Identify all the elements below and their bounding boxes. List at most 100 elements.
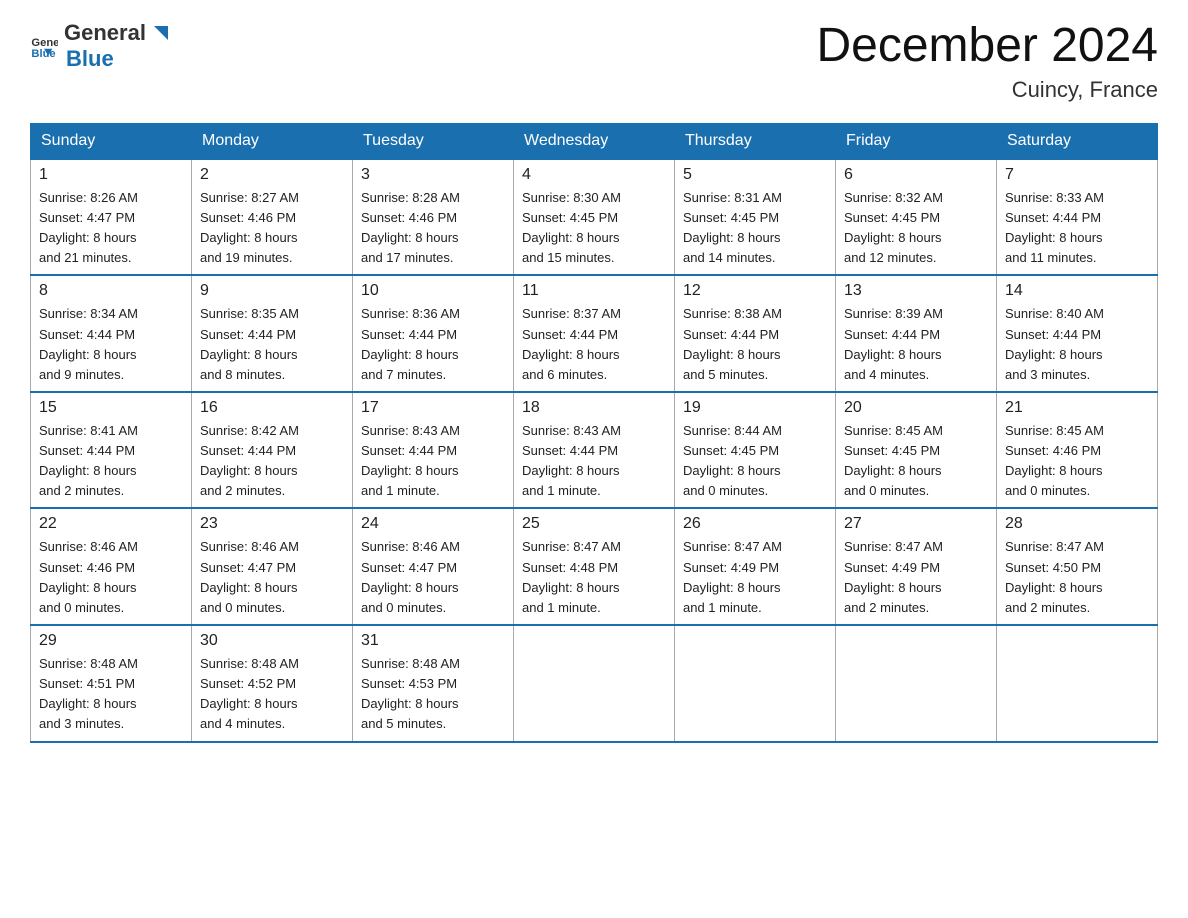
- table-row: 2 Sunrise: 8:27 AM Sunset: 4:46 PM Dayli…: [192, 159, 353, 276]
- table-row: 29 Sunrise: 8:48 AM Sunset: 4:51 PM Dayl…: [31, 625, 192, 742]
- day-number: 29: [39, 632, 183, 650]
- table-row: 12 Sunrise: 8:38 AM Sunset: 4:44 PM Dayl…: [675, 275, 836, 392]
- day-info: Sunrise: 8:33 AM Sunset: 4:44 PM Dayligh…: [1005, 188, 1149, 269]
- table-row: 19 Sunrise: 8:44 AM Sunset: 4:45 PM Dayl…: [675, 392, 836, 509]
- table-row: 27 Sunrise: 8:47 AM Sunset: 4:49 PM Dayl…: [836, 508, 997, 625]
- col-tuesday: Tuesday: [353, 123, 514, 159]
- table-row: 23 Sunrise: 8:46 AM Sunset: 4:47 PM Dayl…: [192, 508, 353, 625]
- day-info: Sunrise: 8:36 AM Sunset: 4:44 PM Dayligh…: [361, 304, 505, 385]
- calendar-week-row: 1 Sunrise: 8:26 AM Sunset: 4:47 PM Dayli…: [31, 159, 1158, 276]
- table-row: 14 Sunrise: 8:40 AM Sunset: 4:44 PM Dayl…: [997, 275, 1158, 392]
- table-row: [675, 625, 836, 742]
- day-info: Sunrise: 8:32 AM Sunset: 4:45 PM Dayligh…: [844, 188, 988, 269]
- table-row: 31 Sunrise: 8:48 AM Sunset: 4:53 PM Dayl…: [353, 625, 514, 742]
- table-row: 17 Sunrise: 8:43 AM Sunset: 4:44 PM Dayl…: [353, 392, 514, 509]
- day-info: Sunrise: 8:47 AM Sunset: 4:50 PM Dayligh…: [1005, 537, 1149, 618]
- day-info: Sunrise: 8:43 AM Sunset: 4:44 PM Dayligh…: [522, 421, 666, 502]
- table-row: 5 Sunrise: 8:31 AM Sunset: 4:45 PM Dayli…: [675, 159, 836, 276]
- day-info: Sunrise: 8:48 AM Sunset: 4:51 PM Dayligh…: [39, 654, 183, 735]
- day-info: Sunrise: 8:45 AM Sunset: 4:46 PM Dayligh…: [1005, 421, 1149, 502]
- table-row: 10 Sunrise: 8:36 AM Sunset: 4:44 PM Dayl…: [353, 275, 514, 392]
- table-row: 4 Sunrise: 8:30 AM Sunset: 4:45 PM Dayli…: [514, 159, 675, 276]
- day-info: Sunrise: 8:28 AM Sunset: 4:46 PM Dayligh…: [361, 188, 505, 269]
- month-title: December 2024: [816, 20, 1158, 73]
- table-row: 26 Sunrise: 8:47 AM Sunset: 4:49 PM Dayl…: [675, 508, 836, 625]
- table-row: 25 Sunrise: 8:47 AM Sunset: 4:48 PM Dayl…: [514, 508, 675, 625]
- day-number: 22: [39, 515, 183, 533]
- day-number: 23: [200, 515, 344, 533]
- table-row: [514, 625, 675, 742]
- table-row: 18 Sunrise: 8:43 AM Sunset: 4:44 PM Dayl…: [514, 392, 675, 509]
- day-number: 5: [683, 166, 827, 184]
- day-info: Sunrise: 8:46 AM Sunset: 4:47 PM Dayligh…: [361, 537, 505, 618]
- day-info: Sunrise: 8:42 AM Sunset: 4:44 PM Dayligh…: [200, 421, 344, 502]
- svg-text:General: General: [31, 37, 58, 49]
- day-number: 25: [522, 515, 666, 533]
- day-number: 6: [844, 166, 988, 184]
- logo-icon: General Blue: [30, 32, 58, 60]
- table-row: 15 Sunrise: 8:41 AM Sunset: 4:44 PM Dayl…: [31, 392, 192, 509]
- svg-text:Blue: Blue: [31, 48, 55, 60]
- page-header: General Blue General Blue December 2024 …: [30, 20, 1158, 103]
- day-number: 1: [39, 166, 183, 184]
- table-row: [836, 625, 997, 742]
- day-info: Sunrise: 8:44 AM Sunset: 4:45 PM Dayligh…: [683, 421, 827, 502]
- day-number: 11: [522, 282, 666, 300]
- day-info: Sunrise: 8:47 AM Sunset: 4:48 PM Dayligh…: [522, 537, 666, 618]
- table-row: 16 Sunrise: 8:42 AM Sunset: 4:44 PM Dayl…: [192, 392, 353, 509]
- day-number: 30: [200, 632, 344, 650]
- col-monday: Monday: [192, 123, 353, 159]
- table-row: 9 Sunrise: 8:35 AM Sunset: 4:44 PM Dayli…: [192, 275, 353, 392]
- day-info: Sunrise: 8:46 AM Sunset: 4:47 PM Dayligh…: [200, 537, 344, 618]
- day-info: Sunrise: 8:48 AM Sunset: 4:53 PM Dayligh…: [361, 654, 505, 735]
- day-number: 21: [1005, 399, 1149, 417]
- day-number: 18: [522, 399, 666, 417]
- day-info: Sunrise: 8:40 AM Sunset: 4:44 PM Dayligh…: [1005, 304, 1149, 385]
- day-number: 4: [522, 166, 666, 184]
- table-row: 22 Sunrise: 8:46 AM Sunset: 4:46 PM Dayl…: [31, 508, 192, 625]
- day-info: Sunrise: 8:39 AM Sunset: 4:44 PM Dayligh…: [844, 304, 988, 385]
- day-info: Sunrise: 8:26 AM Sunset: 4:47 PM Dayligh…: [39, 188, 183, 269]
- day-number: 27: [844, 515, 988, 533]
- day-number: 10: [361, 282, 505, 300]
- day-info: Sunrise: 8:43 AM Sunset: 4:44 PM Dayligh…: [361, 421, 505, 502]
- day-info: Sunrise: 8:30 AM Sunset: 4:45 PM Dayligh…: [522, 188, 666, 269]
- day-number: 13: [844, 282, 988, 300]
- table-row: 30 Sunrise: 8:48 AM Sunset: 4:52 PM Dayl…: [192, 625, 353, 742]
- day-info: Sunrise: 8:38 AM Sunset: 4:44 PM Dayligh…: [683, 304, 827, 385]
- table-row: 3 Sunrise: 8:28 AM Sunset: 4:46 PM Dayli…: [353, 159, 514, 276]
- day-info: Sunrise: 8:41 AM Sunset: 4:44 PM Dayligh…: [39, 421, 183, 502]
- col-wednesday: Wednesday: [514, 123, 675, 159]
- day-info: Sunrise: 8:37 AM Sunset: 4:44 PM Dayligh…: [522, 304, 666, 385]
- logo-blue-text: Blue: [66, 46, 114, 71]
- day-number: 19: [683, 399, 827, 417]
- table-row: 7 Sunrise: 8:33 AM Sunset: 4:44 PM Dayli…: [997, 159, 1158, 276]
- day-number: 12: [683, 282, 827, 300]
- calendar-week-row: 22 Sunrise: 8:46 AM Sunset: 4:46 PM Dayl…: [31, 508, 1158, 625]
- day-info: Sunrise: 8:35 AM Sunset: 4:44 PM Dayligh…: [200, 304, 344, 385]
- calendar-table: Sunday Monday Tuesday Wednesday Thursday…: [30, 123, 1158, 743]
- day-info: Sunrise: 8:27 AM Sunset: 4:46 PM Dayligh…: [200, 188, 344, 269]
- table-row: 20 Sunrise: 8:45 AM Sunset: 4:45 PM Dayl…: [836, 392, 997, 509]
- table-row: 28 Sunrise: 8:47 AM Sunset: 4:50 PM Dayl…: [997, 508, 1158, 625]
- location-text: Cuincy, France: [816, 77, 1158, 103]
- day-info: Sunrise: 8:45 AM Sunset: 4:45 PM Dayligh…: [844, 421, 988, 502]
- day-number: 8: [39, 282, 183, 300]
- day-number: 17: [361, 399, 505, 417]
- calendar-week-row: 15 Sunrise: 8:41 AM Sunset: 4:44 PM Dayl…: [31, 392, 1158, 509]
- calendar-header-row: Sunday Monday Tuesday Wednesday Thursday…: [31, 123, 1158, 159]
- day-info: Sunrise: 8:31 AM Sunset: 4:45 PM Dayligh…: [683, 188, 827, 269]
- table-row: 21 Sunrise: 8:45 AM Sunset: 4:46 PM Dayl…: [997, 392, 1158, 509]
- col-sunday: Sunday: [31, 123, 192, 159]
- day-number: 15: [39, 399, 183, 417]
- day-info: Sunrise: 8:47 AM Sunset: 4:49 PM Dayligh…: [683, 537, 827, 618]
- table-row: 13 Sunrise: 8:39 AM Sunset: 4:44 PM Dayl…: [836, 275, 997, 392]
- day-number: 14: [1005, 282, 1149, 300]
- table-row: [997, 625, 1158, 742]
- calendar-week-row: 29 Sunrise: 8:48 AM Sunset: 4:51 PM Dayl…: [31, 625, 1158, 742]
- col-thursday: Thursday: [675, 123, 836, 159]
- calendar-week-row: 8 Sunrise: 8:34 AM Sunset: 4:44 PM Dayli…: [31, 275, 1158, 392]
- table-row: 6 Sunrise: 8:32 AM Sunset: 4:45 PM Dayli…: [836, 159, 997, 276]
- day-number: 2: [200, 166, 344, 184]
- table-row: 8 Sunrise: 8:34 AM Sunset: 4:44 PM Dayli…: [31, 275, 192, 392]
